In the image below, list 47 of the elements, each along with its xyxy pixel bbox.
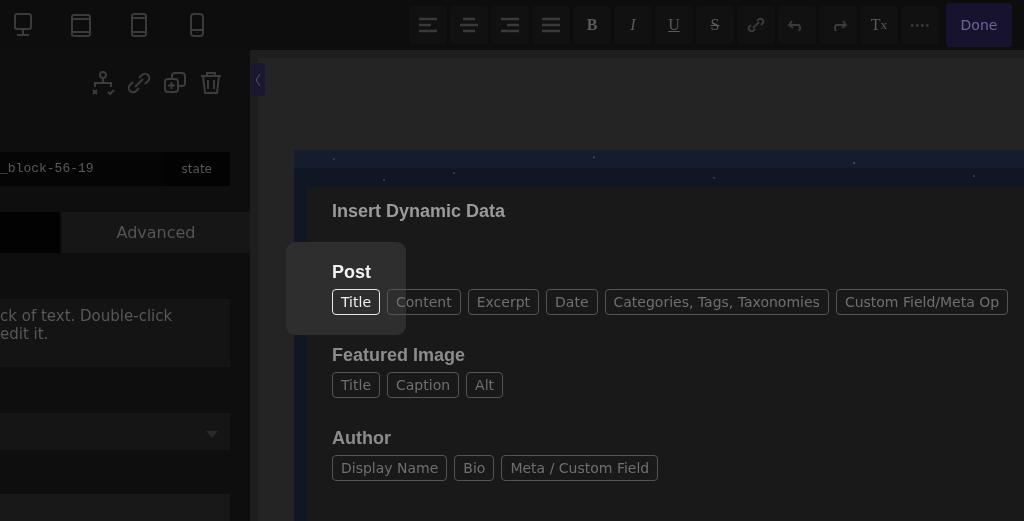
strike-button[interactable]: S bbox=[696, 6, 734, 44]
align-center-icon bbox=[458, 16, 480, 34]
hierarchy-icon[interactable] bbox=[90, 70, 116, 97]
italic-button[interactable]: I bbox=[614, 6, 652, 44]
undo-button[interactable] bbox=[778, 6, 816, 44]
dialog-title: Insert Dynamic Data bbox=[332, 201, 507, 222]
data-option-button[interactable]: Bio bbox=[454, 455, 495, 481]
group-heading: Post bbox=[332, 262, 372, 283]
data-option-button[interactable]: Title bbox=[332, 289, 380, 315]
data-option-button[interactable]: Alt bbox=[466, 372, 504, 398]
bold-button[interactable]: B bbox=[573, 6, 611, 44]
data-option-button[interactable]: Excerpt bbox=[467, 289, 540, 315]
data-option-button[interactable]: Caption bbox=[387, 372, 460, 398]
tablet-icon[interactable] bbox=[128, 11, 150, 39]
data-option-button[interactable]: Display Name bbox=[332, 455, 448, 481]
data-option-button[interactable]: Custom Field/Meta Op bbox=[835, 289, 1009, 315]
selector-field[interactable]: _block-56-19 state bbox=[0, 151, 230, 186]
group-heading: Featured Image bbox=[332, 345, 467, 366]
delete-icon[interactable] bbox=[198, 70, 224, 97]
chevron-icon bbox=[255, 72, 261, 87]
desktop-icon[interactable] bbox=[12, 11, 34, 39]
tablet-icon[interactable] bbox=[70, 11, 92, 39]
description-text: ck of text. Double-click edit it. bbox=[0, 298, 230, 367]
more-button[interactable] bbox=[901, 6, 939, 44]
data-option-button[interactable]: Content bbox=[387, 289, 461, 315]
underline-button[interactable]: U bbox=[655, 6, 693, 44]
sidebar-tab[interactable]: Advanced bbox=[62, 211, 250, 253]
align-right-button[interactable] bbox=[491, 6, 529, 44]
data-option-button[interactable]: Categories, Tags, Taxonomies bbox=[604, 289, 829, 315]
group-heading: Author bbox=[332, 428, 392, 449]
justify-icon bbox=[540, 16, 562, 34]
justify-button[interactable] bbox=[532, 6, 570, 44]
data-option-button[interactable]: Date bbox=[546, 289, 598, 315]
align-left-icon bbox=[417, 16, 439, 34]
more-icon bbox=[911, 23, 929, 27]
link-icon bbox=[745, 16, 767, 34]
link-button[interactable] bbox=[737, 6, 775, 44]
dropdown-field[interactable] bbox=[0, 413, 230, 451]
align-left-button[interactable] bbox=[409, 6, 447, 44]
data-option-button[interactable]: Title bbox=[332, 372, 380, 398]
done-button[interactable]: Done bbox=[946, 3, 1012, 47]
collapse-handle[interactable] bbox=[251, 63, 265, 96]
align-center-button[interactable] bbox=[450, 6, 488, 44]
align-right-icon bbox=[499, 16, 521, 34]
data-option-button[interactable]: Meta / Custom Field bbox=[501, 455, 659, 481]
redo-button[interactable] bbox=[819, 6, 857, 44]
selector-text: _block-56-19 bbox=[0, 161, 94, 177]
